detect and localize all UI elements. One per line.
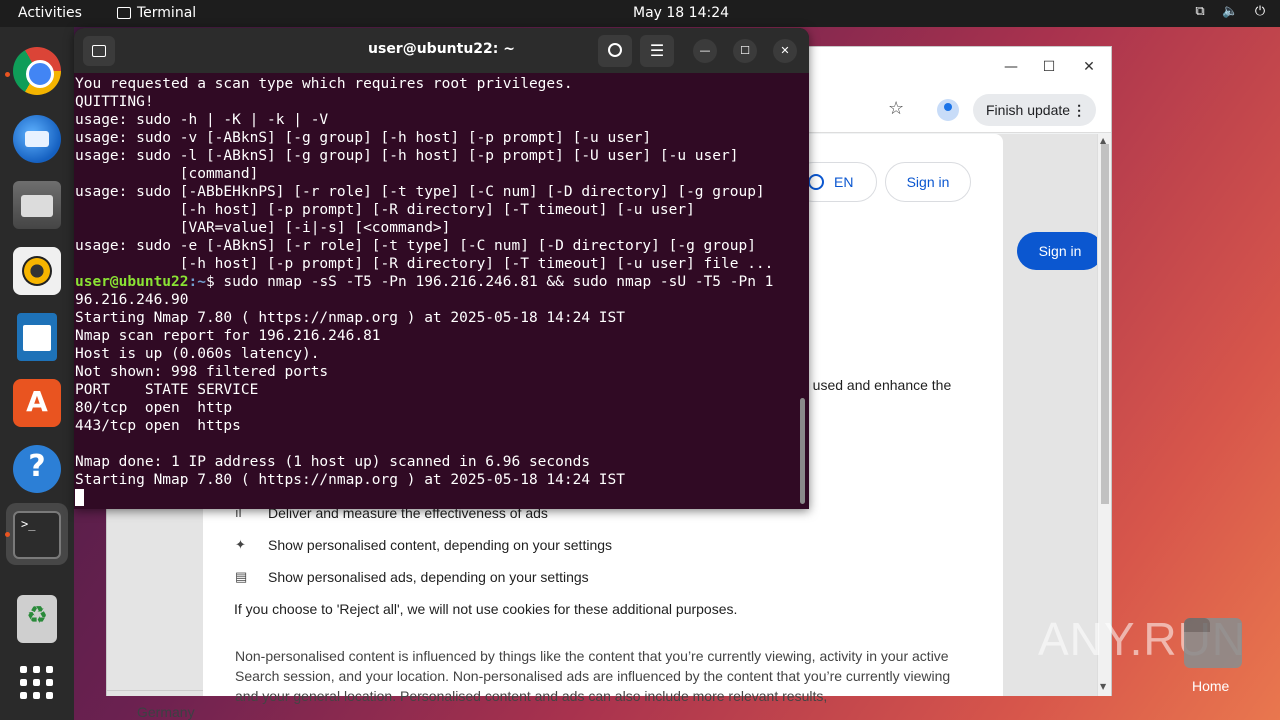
running-indicator [5, 532, 10, 537]
terminal-line: 96.216.246.90 [75, 292, 189, 308]
home-label[interactable]: Home [1192, 678, 1229, 694]
close-icon[interactable]: ✕ [773, 39, 797, 63]
prompt-line: user@ubuntu22:~$ sudo nmap -sS -T5 -Pn 1… [75, 273, 800, 291]
files-icon[interactable] [13, 181, 61, 229]
writer-icon[interactable] [17, 313, 57, 361]
terminal-line: usage: sudo -l [-ABknS] [-g group] [-h h… [75, 148, 739, 164]
close-icon[interactable]: ✕ [1077, 55, 1101, 79]
footer-divider [107, 690, 207, 691]
footer-location: Germany [137, 704, 195, 720]
chrome-icon[interactable] [13, 47, 61, 95]
rhythmbox-icon[interactable] [13, 247, 61, 295]
minimize-icon[interactable]: — [999, 55, 1023, 79]
running-indicator [5, 72, 10, 77]
finish-update-label: Finish update [986, 102, 1071, 118]
terminal-line: 443/tcp open https [75, 418, 241, 434]
terminal-line: usage: sudo -e [-ABknS] [-r role] [-t ty… [75, 238, 756, 254]
scrollbar-thumb[interactable] [1101, 144, 1109, 504]
terminal-line: usage: sudo -v [-ABknS] [-g group] [-h h… [75, 130, 652, 146]
terminal-line: PORT STATE SERVICE [75, 382, 259, 398]
terminal-scrollbar[interactable] [800, 398, 805, 504]
profile-icon[interactable] [937, 99, 959, 121]
app-center-icon[interactable] [13, 379, 61, 427]
sign-in-button[interactable]: Sign in [885, 162, 971, 202]
show-apps-icon[interactable] [13, 659, 61, 707]
scroll-down-icon[interactable]: ▼ [1100, 682, 1106, 691]
maximize-icon[interactable]: ☐ [1037, 55, 1061, 79]
terminal-line: [command] [75, 166, 259, 182]
terminal-line: Not shown: 998 filtered ports [75, 364, 329, 380]
top-bar: Activities Terminal May 18 14:24 ⧉ 🔈 ⏻ [0, 0, 1280, 27]
activities-button[interactable]: Activities [18, 5, 82, 21]
maximize-icon[interactable]: ☐ [733, 39, 757, 63]
clock[interactable]: May 18 14:24 [633, 5, 729, 21]
partial-text: e used and enhance the [801, 377, 952, 393]
terminal-window[interactable]: user@ubuntu22: ~ ☰ — ☐ ✕ You requested a… [74, 28, 809, 509]
terminal-line: [VAR=value] [-i|-s] [<command>] [75, 220, 451, 236]
terminal-line: Starting Nmap 7.80 ( https://nmap.org ) … [75, 472, 625, 488]
terminal-line: usage: sudo -h | -K | -k | -V [75, 112, 329, 128]
reject-note: If you choose to 'Reject all', we will n… [234, 601, 738, 617]
bookmark-star-icon[interactable]: ☆ [888, 98, 904, 119]
thunderbird-icon[interactable] [13, 115, 61, 163]
terminal-line: usage: sudo [-ABbEHknPS] [-r role] [-t t… [75, 184, 765, 200]
trash-icon[interactable] [17, 595, 57, 643]
globe-icon [808, 174, 824, 190]
terminal-line: [-h host] [-p prompt] [-R directory] [-T… [75, 256, 774, 272]
consent-item-content: Show personalised content, depending on … [268, 537, 613, 553]
terminal-line: QUITTING! [75, 94, 154, 110]
finish-update-button[interactable]: Finish update ⋮ [973, 94, 1097, 126]
ads-icon: ▤ [235, 569, 248, 584]
search-icon[interactable] [598, 35, 632, 67]
system-tray[interactable]: ⧉ 🔈 ⏻ [1192, 4, 1268, 20]
app-menu[interactable]: Terminal [117, 5, 196, 21]
prompt-user: user@ubuntu22 [75, 274, 189, 290]
terminal-mini-icon [117, 7, 131, 19]
terminal-icon[interactable] [13, 511, 61, 559]
power-icon: ⏻ [1254, 4, 1266, 19]
hamburger-menu-icon[interactable]: ☰ [640, 35, 674, 67]
app-name: Terminal [137, 5, 197, 21]
home-folder-icon[interactable] [1184, 618, 1242, 668]
language-label: EN [834, 174, 854, 190]
sign-in-button-page[interactable]: Sign in [1017, 232, 1103, 270]
terminal-line: Starting Nmap 7.80 ( https://nmap.org ) … [75, 310, 625, 326]
kebab-menu-icon: ⋮ [1072, 102, 1087, 118]
terminal-line: Nmap scan report for 196.216.246.81 [75, 328, 381, 344]
terminal-line: Host is up (0.060s latency). [75, 346, 320, 362]
sparkle-icon: ✦ [235, 537, 246, 552]
dock [0, 27, 74, 720]
consent-item-ads: Show personalised ads, depending on your… [268, 569, 589, 585]
prompt-path: :~ [188, 274, 206, 290]
command-text: $ sudo nmap -sS -T5 -Pn 196.216.246.81 &… [205, 274, 774, 290]
terminal-headerbar: user@ubuntu22: ~ ☰ — ☐ ✕ [74, 28, 809, 73]
terminal-output[interactable]: You requested a scan type which requires… [75, 75, 800, 507]
cursor-line [75, 489, 800, 507]
terminal-line: [-h host] [-p prompt] [-R directory] [-T… [75, 202, 695, 218]
help-icon[interactable] [13, 445, 61, 493]
consent-paragraph: Non-personalised content is influenced b… [235, 648, 951, 704]
text-cursor [75, 489, 84, 506]
minimize-icon[interactable]: — [693, 39, 717, 63]
terminal-line: You requested a scan type which requires… [75, 76, 573, 92]
volume-icon: 🔈 [1222, 4, 1239, 19]
terminal-line: 80/tcp open http [75, 400, 233, 416]
network-icon: ⧉ [1195, 4, 1205, 19]
terminal-line: Nmap done: 1 IP address (1 host up) scan… [75, 454, 591, 470]
